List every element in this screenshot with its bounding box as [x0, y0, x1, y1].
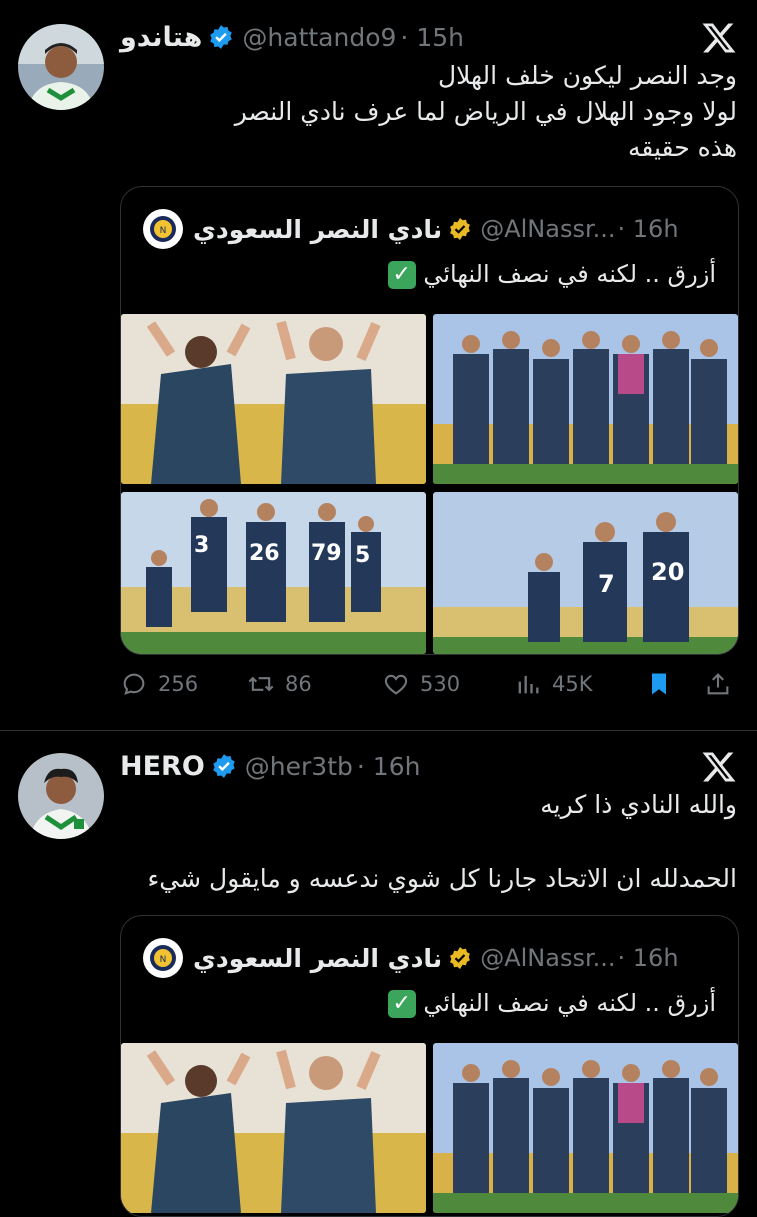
views-button[interactable]: 45K: [514, 670, 593, 698]
verified-badge-icon: [210, 25, 233, 49]
quoted-text: أزرق .. لكنه في نصف النهائي ✓: [382, 989, 716, 1018]
quoted-tweet[interactable]: N نادي النصر السعودي @AlNassr... · 16h أ…: [120, 915, 739, 1217]
svg-text:5: 5: [355, 543, 370, 568]
media-photo[interactable]: [121, 1043, 426, 1213]
timestamp[interactable]: · 16h: [357, 752, 421, 781]
verified-badge-icon: [213, 754, 235, 778]
author-name[interactable]: هتاندو: [120, 22, 202, 53]
check-mark-icon: ✓: [387, 261, 416, 289]
svg-text:79: 79: [311, 541, 342, 566]
x-logo-icon: [702, 752, 736, 782]
verified-gold-badge-icon: [450, 218, 471, 240]
author-name[interactable]: HERO: [120, 751, 205, 782]
tweet-text: وجد النصر ليكون خلف الهلال لولا وجود اله…: [235, 58, 737, 166]
author-handle[interactable]: @hattando9: [242, 23, 396, 52]
quoted-author-name[interactable]: نادي النصر السعودي: [193, 944, 442, 973]
svg-text:N: N: [160, 226, 167, 236]
media-photo[interactable]: 3 26 79 5: [121, 492, 426, 654]
bookmark-icon: [652, 673, 666, 695]
svg-text:3: 3: [194, 533, 209, 558]
svg-text:N: N: [160, 955, 167, 965]
like-button[interactable]: 530: [382, 670, 460, 698]
tweet-line-spacer: [148, 823, 737, 861]
quoted-timestamp[interactable]: · 16h: [618, 215, 679, 243]
reply-button[interactable]: 256: [120, 670, 198, 698]
repost-icon: [248, 676, 274, 692]
author-handle[interactable]: @her3tb: [245, 752, 353, 781]
avatar[interactable]: [18, 753, 104, 839]
quoted-text-body: أزرق .. لكنه في نصف النهائي: [423, 989, 716, 1017]
alnassr-logo-icon: N: [143, 209, 183, 249]
tweet-2[interactable]: HERO @her3tb · 16h والله النادي ذا كريه …: [0, 731, 757, 1217]
svg-text:7: 7: [598, 570, 615, 598]
media-photo[interactable]: [433, 314, 738, 484]
timestamp[interactable]: · 15h: [400, 23, 464, 52]
svg-text:20: 20: [651, 558, 684, 586]
repost-button[interactable]: 86: [247, 670, 312, 698]
reply-count: 256: [158, 672, 199, 696]
tweet-1[interactable]: هتاندو @hattando9 · 15h وجد النصر ليكون …: [0, 0, 757, 730]
views-count: 45K: [552, 672, 593, 696]
quoted-timestamp[interactable]: · 16h: [618, 944, 679, 972]
quoted-author-name[interactable]: نادي النصر السعودي: [193, 215, 442, 244]
avatar[interactable]: [18, 24, 104, 110]
tweet-line: هذه حقيقه: [627, 133, 737, 162]
quoted-text: أزرق .. لكنه في نصف النهائي ✓: [382, 260, 716, 289]
share-button[interactable]: [704, 670, 742, 698]
quoted-author-handle[interactable]: @AlNassr...: [480, 215, 615, 243]
media-photo[interactable]: 7 20: [433, 492, 738, 654]
tweet-line: الحمدلله ان الاتحاد جارنا كل شوي ندعسه و…: [147, 864, 737, 893]
media-photo[interactable]: [433, 1043, 738, 1213]
tweet-line: لولا وجود الهلال في الرياض لما عرف نادي …: [234, 97, 737, 126]
quoted-tweet[interactable]: N نادي النصر السعودي @AlNassr... · 16h أ…: [120, 186, 739, 655]
tweet-line: والله النادي ذا كريه: [540, 790, 737, 819]
repost-count: 86: [285, 672, 312, 696]
reply-icon: [123, 673, 145, 696]
quoted-text-body: أزرق .. لكنه في نصف النهائي: [423, 260, 716, 288]
tweet-text: والله النادي ذا كريه الحمدلله ان الاتحاد…: [148, 787, 737, 897]
quoted-author-handle[interactable]: @AlNassr...: [480, 944, 615, 972]
x-logo-icon: [702, 23, 736, 53]
verified-gold-badge-icon: [450, 947, 471, 969]
share-icon: [707, 673, 729, 695]
views-icon: [518, 675, 539, 694]
svg-text:26: 26: [249, 541, 280, 566]
tweet-line: وجد النصر ليكون خلف الهلال: [437, 61, 737, 90]
bookmark-button[interactable]: [645, 670, 683, 698]
action-bar: 256 86 530 45K: [120, 666, 737, 706]
alnassr-logo-icon: N: [143, 938, 183, 978]
like-count: 530: [420, 672, 461, 696]
check-mark-icon: ✓: [387, 990, 416, 1018]
media-photo[interactable]: [121, 314, 426, 484]
like-icon: [384, 674, 408, 695]
